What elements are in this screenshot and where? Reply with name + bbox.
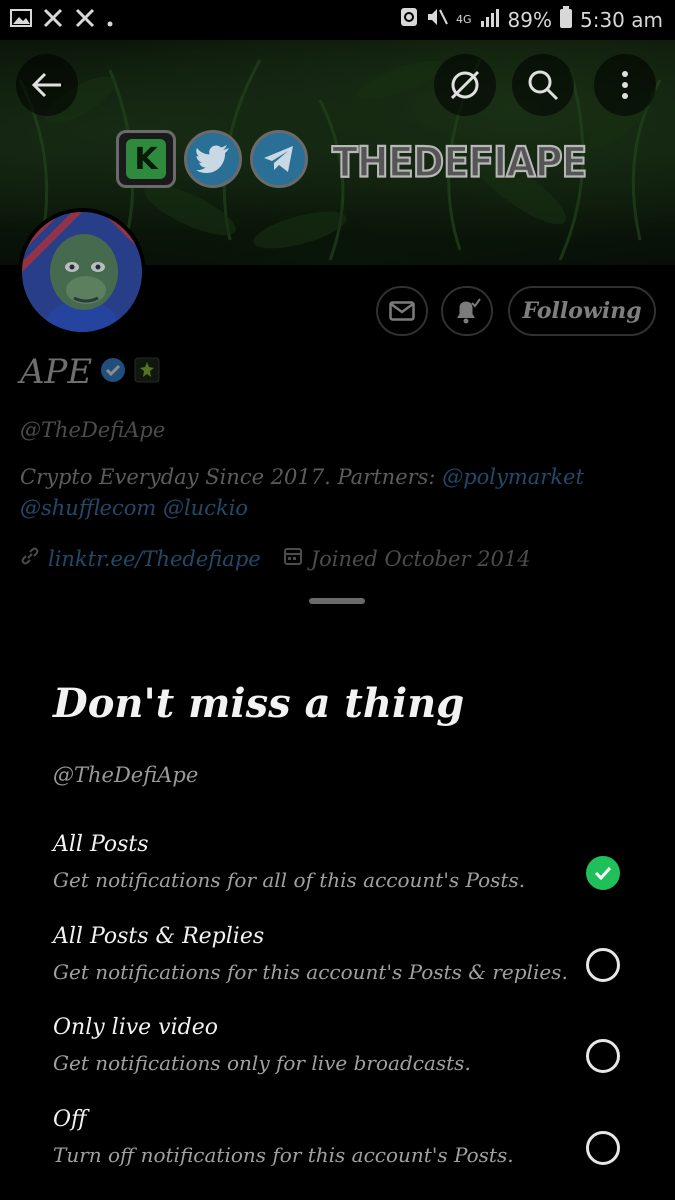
twitter-logo-icon — [184, 130, 242, 188]
calendar-icon — [283, 546, 303, 571]
recycle-icon — [400, 7, 418, 32]
dot-icon — [106, 9, 114, 33]
option-subtitle: Get notifications for this account's Pos… — [53, 960, 568, 984]
notifications-button[interactable] — [441, 286, 493, 336]
clock: 5:30 am — [579, 7, 663, 32]
check-icon — [594, 866, 612, 880]
search-button[interactable] — [512, 54, 574, 116]
status-bar: 4G 89% 5:30 am — [0, 0, 675, 40]
battery-icon — [559, 6, 572, 33]
option-title: Off — [53, 1107, 87, 1132]
profile-bio: Crypto Everyday Since 2017. Partners: @p… — [20, 462, 660, 524]
grok-icon — [450, 70, 480, 100]
radio-selected[interactable] — [586, 856, 620, 890]
mention-link[interactable]: @polymarket — [442, 465, 584, 489]
option-off[interactable]: Off Turn off notifications for this acco… — [53, 1107, 628, 1187]
message-button[interactable] — [376, 286, 428, 336]
profile-handle: @TheDefiApe — [20, 418, 166, 442]
radio-unselected[interactable] — [586, 948, 620, 982]
following-button[interactable]: Following — [508, 286, 656, 336]
affiliate-badge-icon — [134, 352, 160, 392]
ape-avatar-image — [22, 212, 142, 332]
sheet-handle: @TheDefiApe — [53, 763, 199, 787]
more-vertical-icon — [622, 71, 628, 99]
back-button[interactable] — [16, 54, 78, 116]
profile-meta: linktr.ee/Thedefiape Joined October 2014 — [20, 546, 531, 571]
avatar[interactable] — [18, 208, 146, 336]
option-title: Only live video — [53, 1015, 218, 1040]
radio-unselected[interactable] — [586, 1039, 620, 1073]
sheet-title: Don't miss a thing — [53, 680, 465, 727]
option-all-posts-replies[interactable]: All Posts & Replies Get notifications fo… — [53, 924, 628, 1004]
sheet-drag-handle[interactable] — [309, 598, 365, 604]
bio-text: Crypto Everyday Since 2017. Partners: — [20, 465, 443, 489]
profile-website-link[interactable]: linktr.ee/Thedefiape — [48, 547, 261, 571]
grok-button[interactable] — [434, 54, 496, 116]
x-app-icon — [42, 7, 64, 34]
gallery-icon — [10, 8, 32, 33]
envelope-icon — [389, 301, 415, 321]
bell-check-icon — [457, 298, 481, 324]
joined-date: Joined October 2014 — [310, 546, 531, 571]
arrow-left-icon — [31, 72, 61, 98]
mention-link[interactable]: @luckio — [163, 496, 248, 520]
option-subtitle: Turn off notifications for this account'… — [53, 1143, 514, 1167]
profile-name: APE — [20, 352, 93, 392]
following-label: Following — [522, 298, 642, 324]
telegram-logo-icon — [250, 130, 308, 188]
option-subtitle: Get notifications for all of this accoun… — [53, 868, 526, 892]
verified-badge-icon — [100, 352, 126, 392]
more-options-button[interactable] — [594, 54, 656, 116]
kick-logo-icon: K — [116, 130, 176, 188]
link-icon — [20, 546, 40, 571]
x-app-icon — [74, 7, 96, 34]
battery-percent: 89% — [507, 7, 552, 32]
option-subtitle: Get notifications only for live broadcas… — [53, 1051, 471, 1075]
option-title: All Posts & Replies — [53, 924, 265, 949]
signal-icon — [480, 8, 500, 32]
network-type: 4G — [456, 13, 472, 26]
banner-brand-text: THEDEFIAPE — [331, 137, 588, 188]
mention-link[interactable]: @shufflecom — [20, 496, 156, 520]
option-all-posts[interactable]: All Posts Get notifications for all of t… — [53, 832, 628, 912]
profile-name-row: APE — [20, 352, 160, 392]
banner-social-badges: K — [116, 130, 308, 188]
mute-icon — [426, 7, 448, 32]
radio-unselected[interactable] — [586, 1131, 620, 1165]
option-only-live-video[interactable]: Only live video Get notifications only f… — [53, 1015, 628, 1095]
search-icon — [528, 70, 559, 101]
option-title: All Posts — [53, 832, 149, 857]
